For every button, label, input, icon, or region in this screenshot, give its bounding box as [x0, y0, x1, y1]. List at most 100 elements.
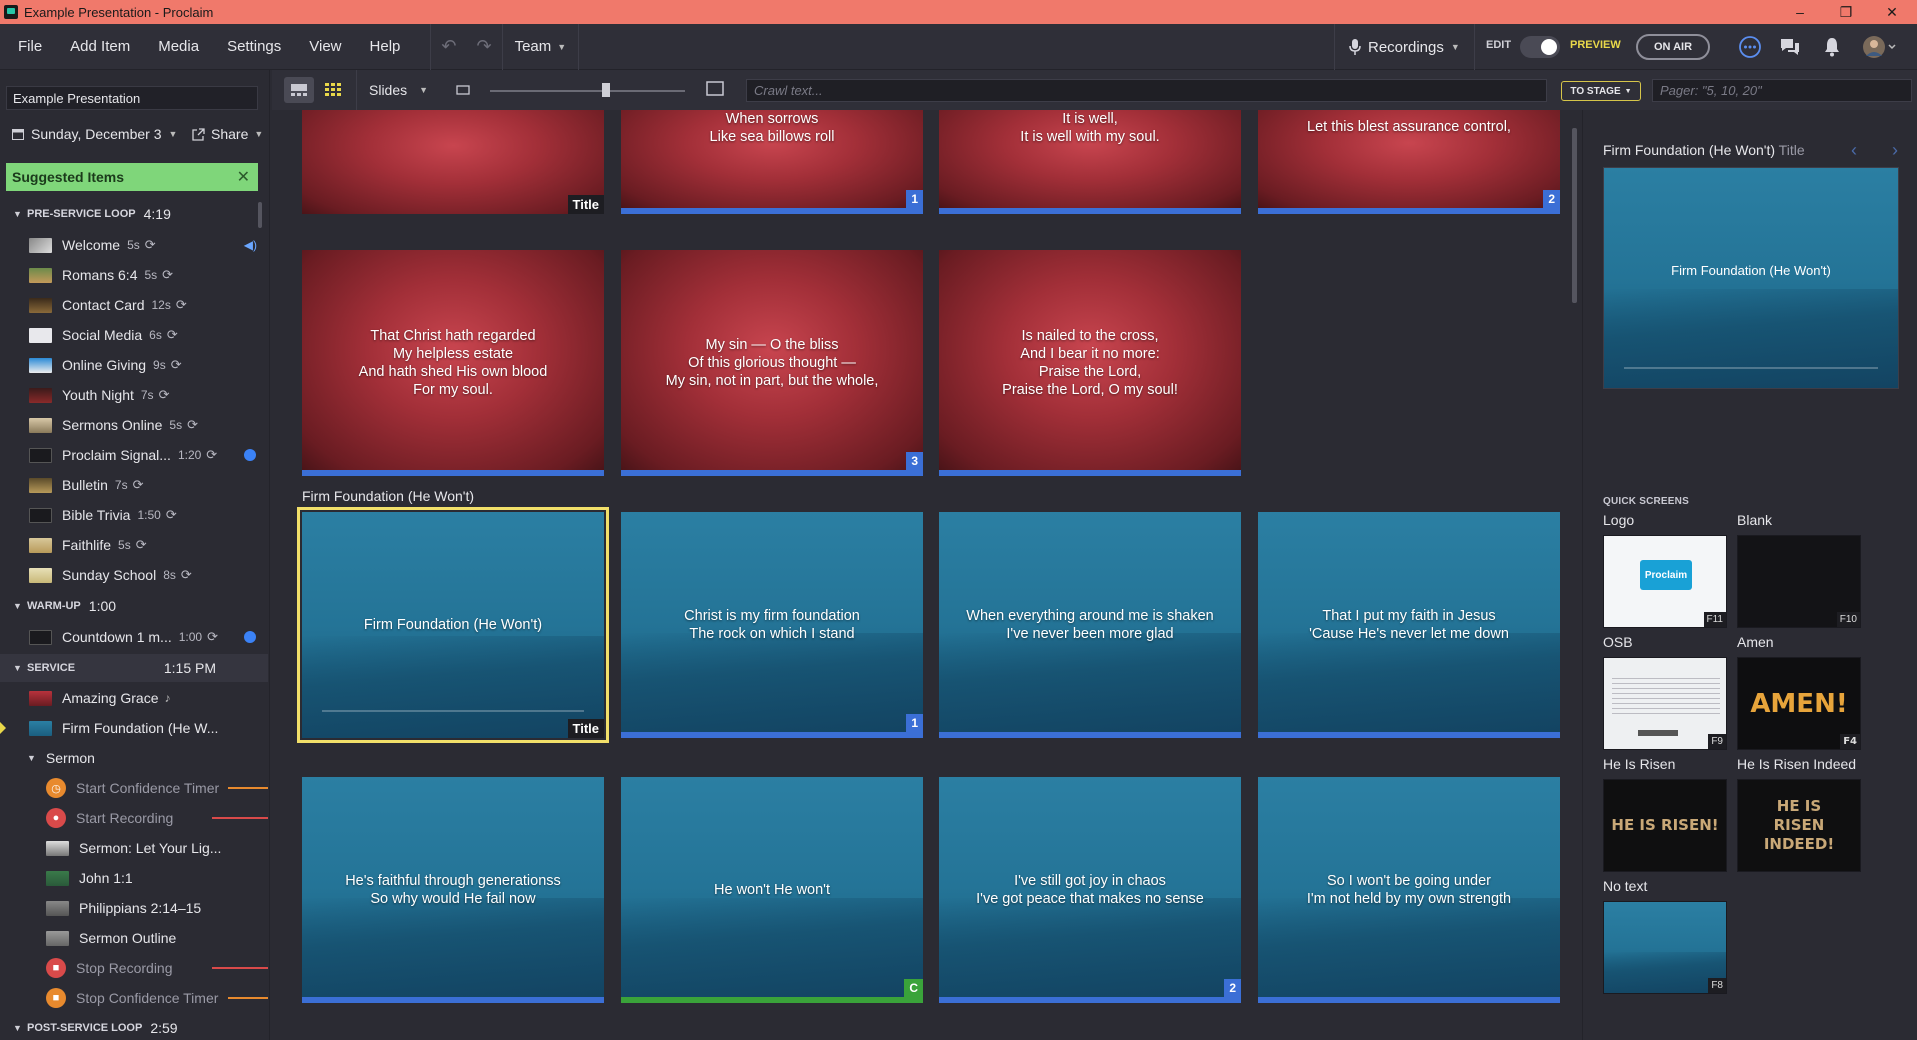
service-item-sermon-let-your-light[interactable]: Sermon: Let Your Lig... — [0, 833, 268, 863]
undo-icon[interactable]: ↶ — [431, 36, 466, 57]
quick-screen-blank[interactable]: F10 — [1737, 535, 1861, 628]
slide-amazing-grace-title[interactable]: Title — [302, 110, 604, 214]
play-icon[interactable] — [244, 631, 256, 643]
service-item-bible-trivia[interactable]: Bible Trivia 1:50 ⟳ — [0, 500, 268, 530]
slide-firm-foundation-chorus[interactable]: He won't He won't C — [621, 777, 923, 1003]
slide-firm-foundation-5[interactable]: I've still got joy in chaos I've got pea… — [939, 777, 1241, 1003]
service-item-online-giving[interactable]: Online Giving 9s ⟳ — [0, 350, 268, 380]
service-item-sunday-school[interactable]: Sunday School 8s ⟳ — [0, 560, 268, 590]
menu-media[interactable]: Media — [144, 38, 213, 55]
suggested-items-banner[interactable]: Suggested Items ✕ — [6, 163, 258, 191]
small-thumb-icon[interactable] — [456, 83, 470, 101]
quick-screen-he-is-risen-indeed[interactable]: HE IS RISEN INDEED! — [1737, 779, 1861, 872]
menu-add-item[interactable]: Add Item — [56, 38, 144, 55]
service-item-proclaim-signal[interactable]: Proclaim Signal... 1:20 ⟳ — [0, 440, 268, 470]
quick-screen-no-text[interactable]: F8 — [1603, 901, 1727, 994]
large-thumb-icon[interactable] — [706, 81, 724, 102]
edit-preview-toggle[interactable] — [1520, 36, 1560, 58]
post-service-loop-header[interactable]: ▼ POST-SERVICE LOOP 2:59 — [0, 1014, 268, 1040]
service-header[interactable]: ▼ SERVICE 1:15 PM — [0, 654, 268, 682]
slide-firm-foundation-6[interactable]: So I won't be going under I'm not held b… — [1258, 777, 1560, 1003]
service-item-sermon-outline[interactable]: Sermon Outline — [0, 923, 268, 953]
cue-start-confidence-timer[interactable]: ◷ Start Confidence Timer — [0, 773, 268, 803]
slide-firm-foundation-title[interactable]: Firm Foundation (He Won't) Title — [297, 507, 609, 743]
service-item-faithlife[interactable]: Faithlife 5s ⟳ — [0, 530, 268, 560]
on-air-button[interactable]: ON AIR — [1636, 34, 1710, 60]
service-item-social-media[interactable]: Social Media 6s ⟳ — [0, 320, 268, 350]
filmstrip-view-icon[interactable] — [284, 77, 314, 103]
quick-screen-amen[interactable]: AMEN! F4 — [1737, 657, 1861, 750]
warm-up-header[interactable]: ▼ WARM-UP 1:00 — [0, 592, 268, 620]
share-dropdown[interactable]: Share ▼ — [192, 126, 263, 142]
slide-amazing-grace-1[interactable]: When sorrows Like sea billows roll 1 — [621, 110, 923, 214]
chat-icon[interactable] — [1778, 35, 1802, 59]
item-label: Countdown 1 m... — [62, 629, 172, 645]
service-item-youth-night[interactable]: Youth Night 7s ⟳ — [0, 380, 268, 410]
close-button[interactable]: ✕ — [1869, 0, 1915, 24]
quick-screen-osb[interactable]: F9 — [1603, 657, 1727, 750]
zoom-slider-track[interactable] — [490, 90, 685, 92]
chevron-left-icon[interactable]: ‹ — [1851, 140, 1857, 160]
pre-service-loop-header[interactable]: ▼ PRE-SERVICE LOOP 4:19 — [0, 200, 268, 228]
presentation-name-field[interactable]: Example Presentation — [6, 86, 258, 110]
zoom-slider-thumb[interactable] — [602, 83, 610, 97]
slide-text: He won't He won't — [714, 882, 830, 898]
section-duration: 4:19 — [143, 206, 171, 222]
pager-input[interactable]: Pager: "5, 10, 20" — [1652, 79, 1912, 102]
cue-stop-confidence-timer[interactable]: ■ Stop Confidence Timer — [0, 983, 268, 1013]
menu-help[interactable]: Help — [356, 38, 415, 55]
avatar[interactable] — [1861, 35, 1897, 59]
menu-view[interactable]: View — [295, 38, 355, 55]
team-dropdown[interactable]: Team ▼ — [503, 38, 579, 55]
slide-firm-foundation-4[interactable]: He's faithful through generationss So wh… — [302, 777, 604, 1003]
slide-amazing-grace-6[interactable]: Is nailed to the cross, And I bear it no… — [939, 250, 1241, 476]
item-label: Contact Card — [62, 297, 145, 313]
slide-amazing-grace-3[interactable]: Let this blest assurance control, 2 — [1258, 110, 1560, 214]
quick-screen-he-is-risen[interactable]: HE IS RISEN! — [1603, 779, 1727, 872]
service-item-amazing-grace[interactable]: Amazing Grace ♪ — [0, 683, 268, 713]
service-item-firm-foundation[interactable]: Firm Foundation (He W... — [0, 713, 268, 743]
more-options-icon[interactable] — [1738, 35, 1762, 59]
service-item-contact-card[interactable]: Contact Card 12s ⟳ — [0, 290, 268, 320]
service-item-bulletin[interactable]: Bulletin 7s ⟳ — [0, 470, 268, 500]
grid-scrollbar[interactable] — [1572, 128, 1577, 303]
shortcut-key: F9 — [1708, 734, 1726, 749]
service-item-sermons-online[interactable]: Sermons Online 5s ⟳ — [0, 410, 268, 440]
slides-dropdown[interactable]: Slides ▼ — [356, 70, 440, 110]
close-icon[interactable]: ✕ — [237, 167, 250, 187]
maximize-button[interactable]: ❐ — [1823, 0, 1869, 24]
service-item-romans[interactable]: Romans 6:4 5s ⟳ — [0, 260, 268, 290]
service-item-philippians[interactable]: Philippians 2:14–15 — [0, 893, 268, 923]
sermon-group-header[interactable]: ▼ Sermon — [0, 743, 268, 773]
to-stage-button[interactable]: TO STAGE ▼ — [1561, 81, 1641, 101]
collapse-triangle-icon: ▼ — [13, 209, 22, 219]
bell-icon[interactable] — [1820, 35, 1844, 59]
chevron-right-icon[interactable]: › — [1892, 140, 1898, 160]
slide-amazing-grace-4[interactable]: That Christ hath regarded My helpless es… — [302, 250, 604, 476]
slide-preview[interactable]: Firm Foundation (He Won't) — [1603, 167, 1899, 389]
service-item-countdown[interactable]: Countdown 1 m... 1:00 ⟳ — [0, 622, 268, 652]
menu-file[interactable]: File — [0, 38, 56, 55]
slide-amazing-grace-5[interactable]: My sin — O the bliss Of this glorious th… — [621, 250, 923, 476]
cue-start-recording[interactable]: ● Start Recording — [0, 803, 268, 833]
slide-amazing-grace-2[interactable]: It is well, It is well with my soul. — [939, 110, 1241, 214]
redo-icon[interactable]: ↷ — [466, 36, 501, 57]
recordings-dropdown[interactable]: Recordings ▼ — [1334, 24, 1475, 70]
slide-firm-foundation-1[interactable]: Christ is my firm foundation The rock on… — [621, 512, 923, 738]
crawl-text-input[interactable]: Crawl text... — [746, 79, 1547, 102]
minimize-button[interactable]: – — [1777, 0, 1823, 24]
play-icon[interactable] — [244, 449, 256, 461]
service-item-welcome[interactable]: Welcome 5s ⟳ ◀) — [0, 230, 268, 260]
quick-screen-logo[interactable]: Proclaim F11 — [1603, 535, 1727, 628]
preview-slide-text: Firm Foundation (He Won't) — [1671, 263, 1831, 278]
menu-settings[interactable]: Settings — [213, 38, 295, 55]
date-dropdown[interactable]: Sunday, December 3 ▼ — [12, 126, 177, 142]
loop-icon: ⟳ — [187, 417, 198, 432]
slide-firm-foundation-3[interactable]: That I put my faith in Jesus 'Cause He's… — [1258, 512, 1560, 738]
cue-stop-recording[interactable]: ■ Stop Recording — [0, 953, 268, 983]
slide-progress-bar — [621, 208, 923, 214]
slide-firm-foundation-2[interactable]: When everything around me is shaken I've… — [939, 512, 1241, 738]
slide-progress-bar — [939, 208, 1241, 214]
grid-view-icon[interactable] — [318, 77, 348, 103]
service-item-john-1-1[interactable]: John 1:1 — [0, 863, 268, 893]
